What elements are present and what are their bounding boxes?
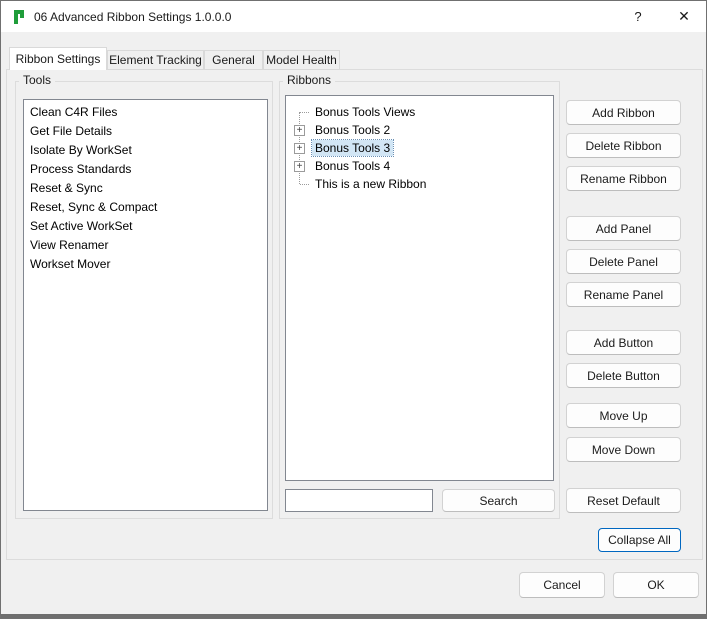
rename-panel-button[interactable]: Rename Panel xyxy=(566,282,681,307)
tree-item-label: Bonus Tools 4 xyxy=(312,158,393,174)
ribbons-group-label: Ribbons xyxy=(283,73,335,88)
tree-item[interactable]: + Bonus Tools 2 xyxy=(290,121,549,139)
reset-default-button[interactable]: Reset Default xyxy=(566,488,681,513)
tools-list[interactable]: Clean C4R Files Get File Details Isolate… xyxy=(23,99,268,511)
app-icon xyxy=(11,9,27,25)
tools-group-label: Tools xyxy=(19,73,55,88)
tab-general[interactable]: General xyxy=(204,50,263,70)
list-item[interactable]: Workset Mover xyxy=(24,255,267,274)
delete-panel-button[interactable]: Delete Panel xyxy=(566,249,681,274)
ribbons-tree[interactable]: Bonus Tools Views + Bonus Tools 2 + Bonu… xyxy=(285,95,554,481)
window-bottom-edge xyxy=(1,614,706,618)
delete-button-button[interactable]: Delete Button xyxy=(566,363,681,388)
delete-ribbon-button[interactable]: Delete Ribbon xyxy=(566,133,681,158)
search-button[interactable]: Search xyxy=(442,489,555,512)
tree-item-label: Bonus Tools 2 xyxy=(312,122,393,138)
list-item[interactable]: Set Active WorkSet xyxy=(24,217,267,236)
ok-button[interactable]: OK xyxy=(613,572,699,598)
tree-item[interactable]: This is a new Ribbon xyxy=(290,175,549,193)
move-up-button[interactable]: Move Up xyxy=(566,403,681,428)
close-icon[interactable]: ✕ xyxy=(661,1,707,32)
list-item[interactable]: Reset & Sync xyxy=(24,179,267,198)
dialog-window: 06 Advanced Ribbon Settings 1.0.0.0 ? ✕ … xyxy=(0,0,707,619)
add-button-button[interactable]: Add Button xyxy=(566,330,681,355)
tree-item-selected[interactable]: + Bonus Tools 3 xyxy=(290,139,549,157)
list-item[interactable]: Process Standards xyxy=(24,160,267,179)
list-item[interactable]: Reset, Sync & Compact xyxy=(24,198,267,217)
cancel-button[interactable]: Cancel xyxy=(519,572,605,598)
tree-item-label: This is a new Ribbon xyxy=(312,176,429,192)
search-input[interactable] xyxy=(285,489,433,512)
list-item[interactable]: View Renamer xyxy=(24,236,267,255)
expand-icon[interactable]: + xyxy=(294,161,305,172)
rename-ribbon-button[interactable]: Rename Ribbon xyxy=(566,166,681,191)
tab-model-health[interactable]: Model Health xyxy=(263,50,340,70)
help-button[interactable]: ? xyxy=(615,1,661,32)
window-title: 06 Advanced Ribbon Settings 1.0.0.0 xyxy=(34,1,231,32)
list-item[interactable]: Isolate By WorkSet xyxy=(24,141,267,160)
tab-ribbon-settings[interactable]: Ribbon Settings xyxy=(9,47,107,70)
tree-item[interactable]: Bonus Tools Views xyxy=(290,103,549,121)
tree-item-label: Bonus Tools Views xyxy=(312,104,418,120)
collapse-all-button[interactable]: Collapse All xyxy=(598,528,681,552)
add-panel-button[interactable]: Add Panel xyxy=(566,216,681,241)
tree-item-label: Bonus Tools 3 xyxy=(312,140,393,156)
title-bar: 06 Advanced Ribbon Settings 1.0.0.0 ? ✕ xyxy=(1,1,706,32)
expand-icon[interactable]: + xyxy=(294,125,305,136)
tab-element-tracking[interactable]: Element Tracking xyxy=(107,50,204,70)
tree-item[interactable]: + Bonus Tools 4 xyxy=(290,157,549,175)
add-ribbon-button[interactable]: Add Ribbon xyxy=(566,100,681,125)
list-item[interactable]: Get File Details xyxy=(24,122,267,141)
move-down-button[interactable]: Move Down xyxy=(566,437,681,462)
expand-icon[interactable]: + xyxy=(294,143,305,154)
list-item[interactable]: Clean C4R Files xyxy=(24,103,267,122)
